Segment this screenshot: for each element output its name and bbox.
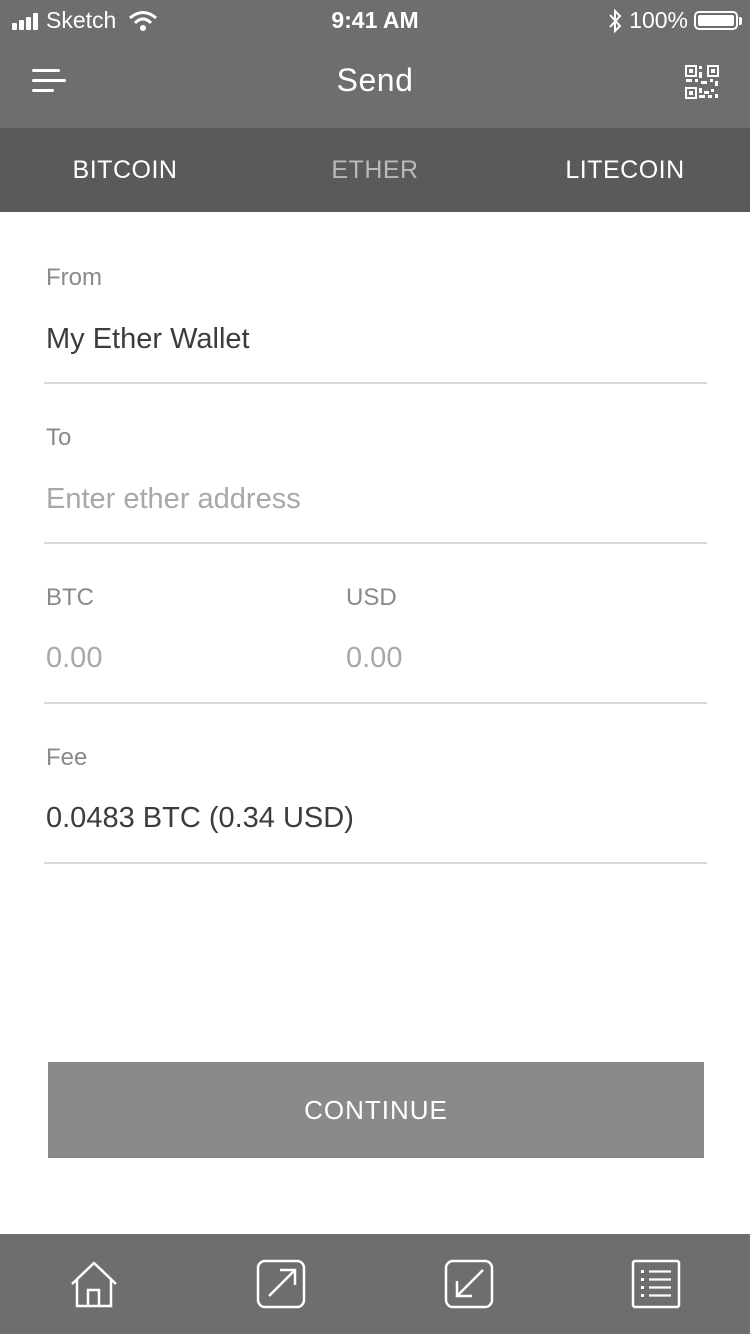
amount-divider <box>44 702 707 704</box>
to-address-input[interactable]: Enter ether address <box>46 483 301 516</box>
tab-transactions[interactable] <box>563 1234 750 1334</box>
bottom-tab-bar <box>0 1234 750 1334</box>
qr-code-icon[interactable] <box>684 64 720 100</box>
battery-icon <box>694 11 742 30</box>
tab-bitcoin[interactable]: BITCOIN <box>0 128 250 212</box>
status-right: 100% <box>607 7 742 34</box>
tab-send[interactable] <box>188 1234 376 1334</box>
home-icon <box>70 1261 117 1308</box>
header: Sketch 9:41 AM 100% Send <box>0 0 750 128</box>
tab-litecoin[interactable]: LITECOIN <box>500 128 750 212</box>
from-value[interactable]: My Ether Wallet <box>46 323 250 356</box>
fee-divider <box>44 862 707 864</box>
fee-value: 0.0483 BTC (0.34 USD) <box>46 802 354 834</box>
receive-icon <box>444 1259 493 1309</box>
to-label: To <box>46 424 72 451</box>
from-label: From <box>46 264 102 291</box>
usd-amount-input[interactable]: 0.00 <box>346 642 402 675</box>
tab-ether[interactable]: ETHER <box>250 128 500 212</box>
page-title: Send <box>336 62 414 98</box>
btc-label: BTC <box>46 584 94 611</box>
bluetooth-icon <box>609 8 622 33</box>
nav-bar: Send <box>0 40 750 128</box>
usd-label: USD <box>346 584 397 611</box>
fee-label: Fee <box>46 744 88 771</box>
amount-fields: BTC 0.00 USD 0.00 <box>44 584 707 706</box>
from-divider <box>44 382 707 384</box>
battery-percent: 100% <box>629 7 688 33</box>
tab-home[interactable] <box>0 1234 188 1334</box>
continue-button[interactable]: CONTINUE <box>48 1062 704 1158</box>
fee-field: Fee 0.0483 BTC (0.34 USD) <box>44 744 707 866</box>
tab-receive[interactable] <box>375 1234 563 1334</box>
from-field[interactable]: From My Ether Wallet <box>44 264 707 386</box>
status-bar: Sketch 9:41 AM 100% <box>0 0 750 40</box>
send-icon <box>257 1259 306 1309</box>
currency-tabs: BITCOIN ETHER LITECOIN <box>0 128 750 212</box>
to-divider <box>44 542 707 544</box>
transactions-list-icon <box>632 1259 681 1309</box>
to-field[interactable]: To Enter ether address <box>44 424 707 546</box>
btc-amount-input[interactable]: 0.00 <box>46 642 102 675</box>
